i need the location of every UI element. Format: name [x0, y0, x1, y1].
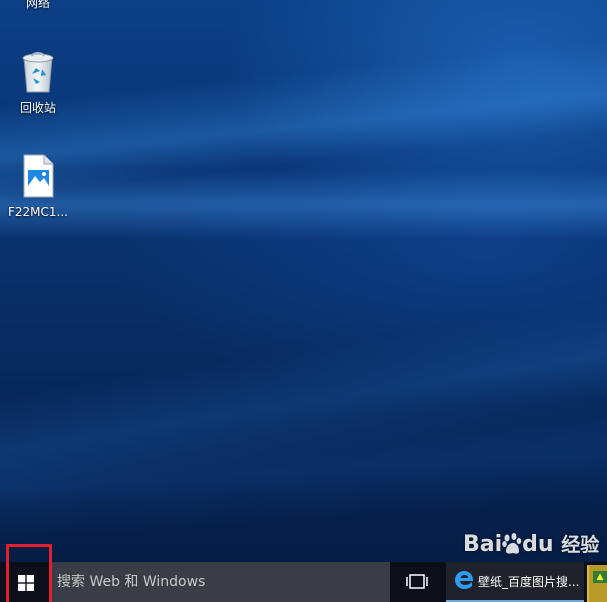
edge-browser-icon [455, 571, 474, 589]
start-button[interactable] [6, 544, 52, 602]
watermark-brand-tail: du [522, 532, 554, 557]
recycle-bin-icon [22, 52, 54, 93]
desktop-icon-label: 网络 [25, 0, 50, 10]
taskbar-pinned-app[interactable]: ▲ [587, 565, 607, 602]
wallpaper-light-beam [0, 300, 607, 507]
wallpaper-light-beam [0, 398, 607, 542]
taskbar-edge-window[interactable]: 壁纸_百度图片搜... [446, 562, 584, 602]
desktop-icon-label: 回收站 [19, 101, 56, 115]
desktop-icon-label: F22MC1... [8, 205, 68, 219]
desktop-icon-recycle-bin[interactable]: 回收站 [0, 50, 76, 115]
baidu-watermark: Bai du 经验 [463, 530, 599, 557]
search-placeholder: 搜索 Web 和 Windows [57, 574, 206, 590]
wallpaper-light-beam [0, 170, 607, 240]
desktop[interactable]: 网络 回收站 F22MC1... 搜索 Web 和 Windows 壁纸_百度图… [0, 0, 607, 602]
watermark-brand: Bai [463, 532, 503, 557]
baidu-paw-icon [502, 533, 522, 554]
app-icon: ▲ [593, 571, 607, 583]
desktop-icon-network[interactable]: 网络 [0, 0, 76, 10]
task-view-icon [406, 574, 428, 589]
wallpaper-light-beam [0, 40, 607, 194]
search-input[interactable]: 搜索 Web 和 Windows [52, 562, 390, 602]
desktop-icon-image-file[interactable]: F22MC1... [0, 154, 76, 219]
watermark-sub: 经验 [561, 534, 600, 556]
edge-window-title: 壁纸_百度图片搜... [478, 575, 580, 589]
windows-logo-icon [18, 575, 34, 591]
task-view-button[interactable] [398, 562, 436, 602]
image-file-icon [23, 154, 54, 198]
